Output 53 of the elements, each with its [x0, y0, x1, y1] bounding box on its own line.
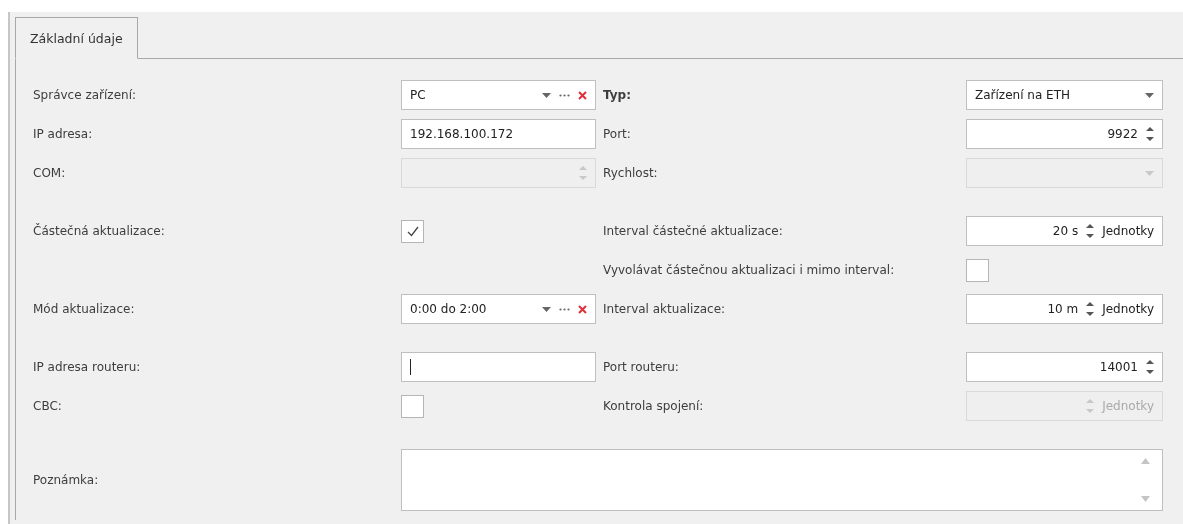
checkbox[interactable] — [401, 394, 424, 418]
dropdown-arrow-icon[interactable] — [1145, 92, 1154, 98]
field-label: Vyvolávat částečnou aktualizaci i mimo interval: — [603, 263, 895, 277]
field-value: Zařízení na ETH — [975, 88, 1071, 102]
field-value: PC — [410, 88, 427, 102]
spin-arrows-icon[interactable] — [1086, 223, 1095, 239]
field-label: CBC: — [33, 399, 62, 413]
field-label: Typ: — [603, 88, 631, 102]
field-label: Interval částečné aktualizace: — [603, 224, 783, 238]
input-field[interactable] — [401, 352, 596, 382]
unit-label: Jednotky — [1102, 399, 1154, 413]
field-label: Kontrola spojení: — [603, 399, 704, 413]
check-icon — [406, 225, 419, 237]
field-label: Port routeru: — [603, 360, 679, 374]
spin-field[interactable]: 20 s Jednotky — [966, 216, 1163, 246]
field-label: COM: — [33, 166, 66, 180]
field-label: IP adresa routeru: — [33, 360, 141, 374]
spin-arrows-icon[interactable] — [1146, 359, 1154, 375]
dropdown-field[interactable]: Zařízení na ETH — [966, 80, 1163, 110]
dropdown-arrow-icon[interactable] — [542, 92, 551, 98]
field-value: 10 m — [1046, 302, 1079, 316]
field-label: Poznámka: — [33, 473, 99, 487]
input-field[interactable]: 192.168.100.172 — [401, 119, 596, 149]
field-value: 20 s — [1051, 224, 1079, 238]
unit-label: Jednotky — [1102, 302, 1154, 316]
lookup-field[interactable]: PC — [401, 80, 596, 110]
spin-field[interactable]: 14001 — [966, 352, 1163, 382]
text-cursor — [410, 359, 411, 375]
checkbox[interactable] — [401, 219, 424, 243]
ellipsis-icon[interactable] — [559, 93, 570, 97]
spin-field[interactable]: 10 m Jednotky — [966, 294, 1163, 324]
checkbox[interactable] — [966, 258, 989, 282]
spin-arrows-icon[interactable] — [1086, 301, 1095, 317]
dropdown-arrow-icon[interactable] — [542, 306, 551, 312]
clear-icon[interactable] — [578, 90, 587, 100]
spin-field[interactable]: 9922 — [966, 119, 1163, 149]
field-label: IP adresa: — [33, 127, 93, 141]
field-label: Port: — [603, 127, 631, 141]
field-value: 192.168.100.172 — [410, 127, 515, 141]
field-label: Správce zařízení: — [33, 88, 136, 102]
field-label: Rychlost: — [603, 166, 658, 180]
clear-icon[interactable] — [578, 304, 587, 314]
field-value: 0:00 do 2:00 — [410, 302, 488, 316]
field-value: 14001 — [1098, 360, 1138, 374]
unit-label: Jednotky — [1102, 224, 1154, 238]
field-value: 9922 — [1106, 127, 1138, 141]
tab[interactable]: Základní údaje — [15, 17, 138, 59]
lookup-field[interactable]: 0:00 do 2:00 — [401, 294, 596, 324]
field-label: Částečná aktualizace: — [33, 224, 165, 238]
field-label: Interval aktualizace: — [603, 302, 726, 316]
ellipsis-icon[interactable] — [559, 307, 570, 311]
spin-arrows-icon[interactable] — [1146, 126, 1154, 142]
field-label: Mód aktualizace: — [33, 302, 135, 316]
